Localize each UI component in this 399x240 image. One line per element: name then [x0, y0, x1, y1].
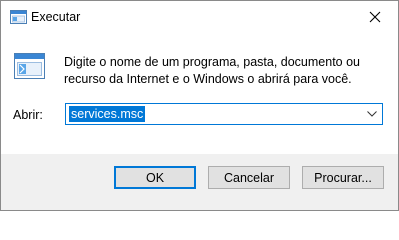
- run-dialog-icon: [14, 53, 45, 79]
- dialog-content: Digite o nome de um programa, pasta, doc…: [1, 33, 398, 154]
- open-input[interactable]: services.msc: [69, 106, 146, 122]
- ok-button[interactable]: OK: [114, 166, 196, 189]
- close-button[interactable]: [352, 1, 398, 33]
- run-dialog-icon: [10, 10, 27, 24]
- dialog-description: Digite o nome de um programa, pasta, doc…: [64, 55, 361, 86]
- title-bar[interactable]: Executar: [1, 1, 398, 33]
- run-dialog: Executar Digite o nome de um programa, p…: [0, 0, 399, 211]
- open-label: Abrir:: [13, 108, 43, 122]
- cancel-button[interactable]: Cancelar: [208, 166, 290, 189]
- button-bar: OK Cancelar Procurar...: [1, 154, 398, 210]
- window-title: Executar: [31, 10, 81, 24]
- chevron-down-icon[interactable]: [362, 104, 382, 124]
- close-icon: [369, 11, 381, 23]
- browse-button[interactable]: Procurar...: [302, 166, 384, 189]
- open-combobox[interactable]: services.msc: [65, 103, 383, 125]
